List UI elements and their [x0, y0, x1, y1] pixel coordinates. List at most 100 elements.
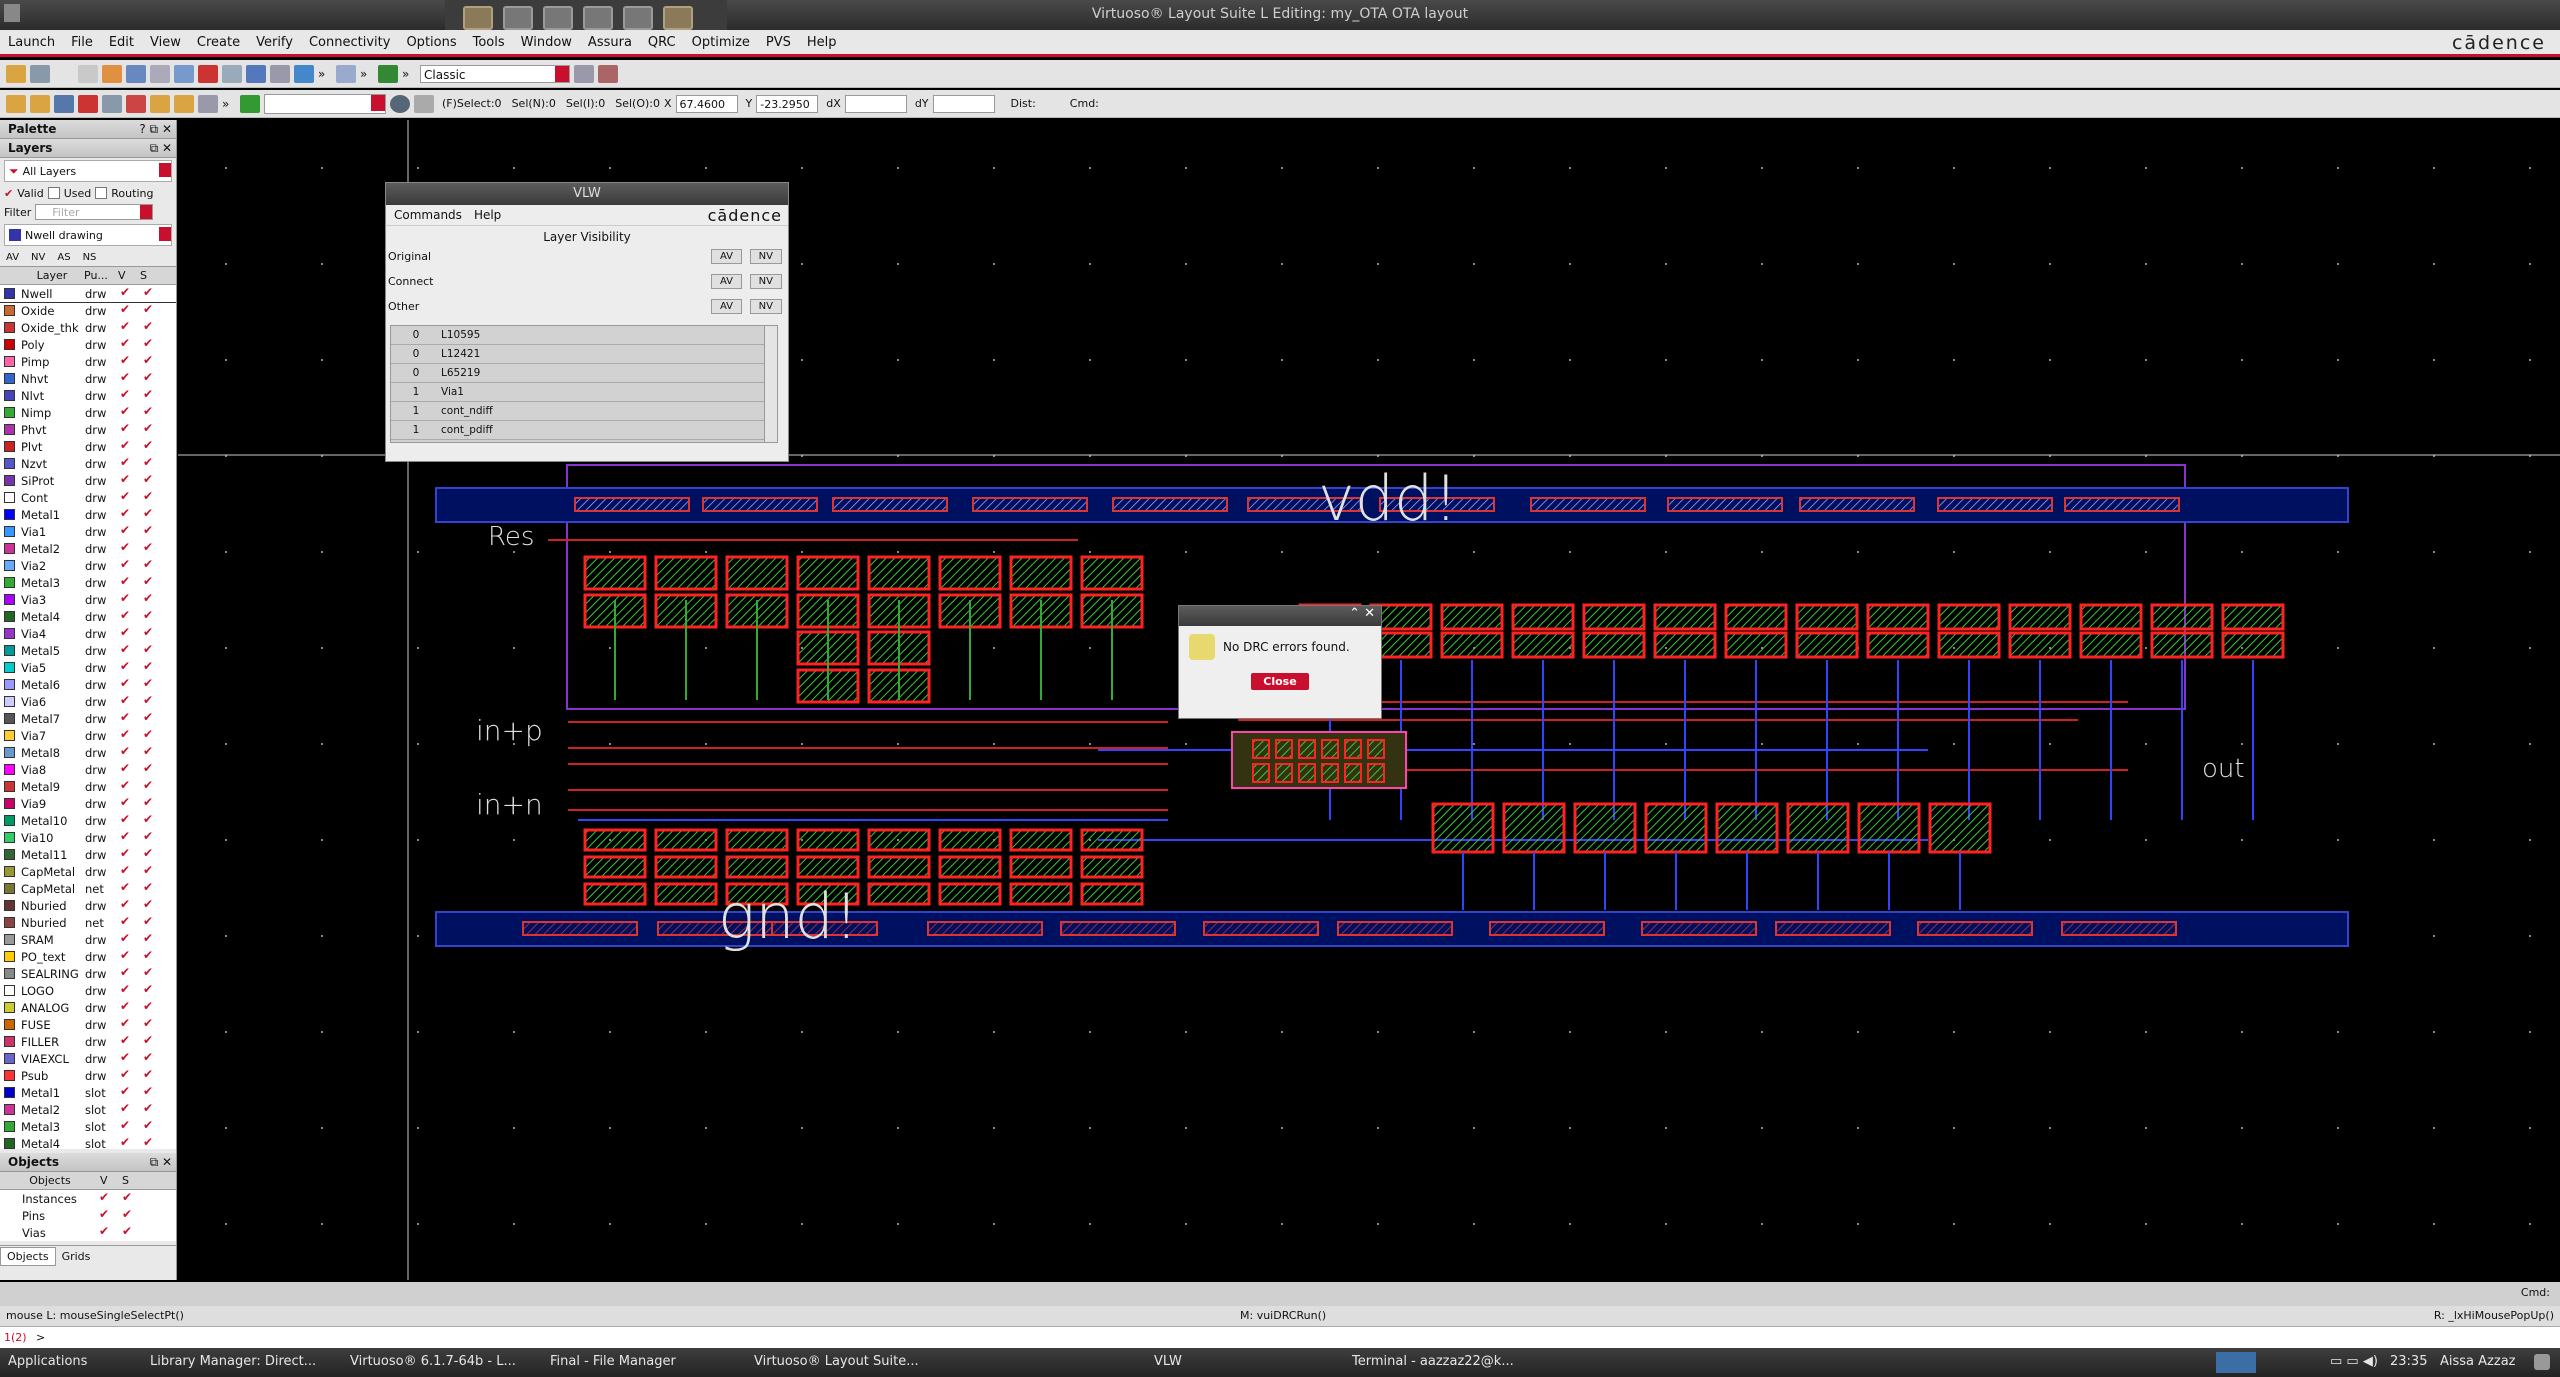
create-rect-icon[interactable]	[6, 94, 26, 113]
network-icon[interactable]	[2216, 1352, 2256, 1373]
visible-checkbox[interactable]	[98, 1207, 111, 1222]
close-icon[interactable]: ⧉ ✕	[150, 1153, 172, 1171]
visible-checkbox[interactable]	[119, 999, 132, 1014]
more-chevron-icon[interactable]: »	[402, 67, 416, 81]
layer-row[interactable]: Metal4 slot	[0, 1135, 176, 1149]
fit-icon[interactable]	[246, 64, 266, 83]
selectable-checkbox[interactable]	[142, 914, 155, 929]
menu-edit[interactable]: Edit	[101, 35, 142, 50]
nv-button[interactable]: NV	[749, 249, 782, 264]
task-virtuoso-ciw[interactable]: Virtuoso® 6.1.7-64b - L...	[350, 1354, 516, 1369]
selectable-checkbox[interactable]	[142, 1033, 155, 1048]
visible-checkbox[interactable]	[119, 693, 132, 708]
visible-checkbox[interactable]	[119, 1084, 132, 1099]
visible-checkbox[interactable]	[119, 795, 132, 810]
selectable-checkbox[interactable]	[142, 744, 155, 759]
selectable-checkbox[interactable]	[142, 931, 155, 946]
connectivity-icon[interactable]	[378, 64, 398, 83]
menu-optimize[interactable]: Optimize	[684, 35, 758, 50]
visible-checkbox[interactable]	[119, 744, 132, 759]
selectable-checkbox[interactable]	[121, 1224, 134, 1239]
workspace-3-icon[interactable]	[583, 6, 613, 30]
properties-icon[interactable]	[222, 64, 242, 83]
layer-row[interactable]: Nwell drw	[0, 285, 176, 303]
nv-button[interactable]: NV	[749, 299, 782, 314]
layer-select[interactable]	[264, 93, 386, 114]
selectable-checkbox[interactable]	[142, 1067, 155, 1082]
visible-checkbox[interactable]	[119, 353, 132, 368]
layer-row[interactable]: Nlvt drw	[0, 387, 176, 404]
selectable-checkbox[interactable]	[142, 948, 155, 963]
selectable-checkbox[interactable]	[142, 778, 155, 793]
visible-checkbox[interactable]	[119, 846, 132, 861]
selectable-checkbox[interactable]	[142, 897, 155, 912]
create-instance-icon[interactable]	[54, 94, 74, 113]
visible-checkbox[interactable]	[119, 778, 132, 793]
selectable-checkbox[interactable]	[142, 812, 155, 827]
layer-row[interactable]: Plvt drw	[0, 438, 176, 455]
vlw-list-row[interactable]: 0 L65219	[391, 364, 777, 383]
menu-file[interactable]: File	[63, 35, 101, 50]
chop-icon[interactable]	[174, 94, 194, 113]
visible-checkbox[interactable]	[119, 982, 132, 997]
menu-create[interactable]: Create	[189, 35, 248, 50]
close-icon[interactable]: ⌃ ✕	[1349, 606, 1375, 621]
menu-assura[interactable]: Assura	[580, 35, 640, 50]
selectable-checkbox[interactable]	[142, 1135, 155, 1150]
selectable-checkbox[interactable]	[121, 1207, 134, 1222]
layer-row[interactable]: Phvt drw	[0, 421, 176, 438]
current-layer-select[interactable]: Nwell drawing	[4, 224, 172, 246]
layer-row[interactable]: ANALOG drw	[0, 999, 176, 1016]
layer-row[interactable]: Pimp drw	[0, 353, 176, 370]
visible-checkbox[interactable]	[119, 1101, 132, 1116]
layer-row[interactable]: Metal4 drw	[0, 608, 176, 625]
layer-set-select[interactable]: ⏷ All Layers	[4, 160, 172, 182]
save-icon[interactable]	[30, 64, 50, 83]
selectable-checkbox[interactable]	[142, 574, 155, 589]
layer-row[interactable]: Metal1 drw	[0, 506, 176, 523]
more-chevron-icon[interactable]: »	[222, 97, 236, 111]
open-icon[interactable]	[6, 64, 26, 83]
layer-row[interactable]: PO_text drw	[0, 948, 176, 965]
selectable-checkbox[interactable]	[142, 336, 155, 351]
layer-row[interactable]: Via3 drw	[0, 591, 176, 608]
selectable-checkbox[interactable]	[142, 1050, 155, 1065]
visible-checkbox[interactable]	[119, 727, 132, 742]
layer-row[interactable]: Metal7 drw	[0, 710, 176, 727]
visible-checkbox[interactable]	[119, 761, 132, 776]
layer-row[interactable]: Psub drw	[0, 1067, 176, 1084]
object-row[interactable]: Instances	[0, 1190, 176, 1207]
y-coordinate-field[interactable]: -23.2950	[756, 94, 819, 113]
menu-help[interactable]: Help	[799, 35, 845, 50]
task-library-manager[interactable]: Library Manager: Direct...	[150, 1354, 316, 1369]
layer-row[interactable]: Via9 drw	[0, 795, 176, 812]
layer-row[interactable]: Via7 drw	[0, 727, 176, 744]
visible-checkbox[interactable]	[119, 438, 132, 453]
layer-row[interactable]: Metal3 drw	[0, 574, 176, 591]
av-button[interactable]: AV	[710, 299, 742, 314]
move-icon[interactable]	[126, 64, 146, 83]
visible-checkbox[interactable]	[119, 1135, 132, 1150]
workspace-4-icon[interactable]	[623, 6, 653, 30]
x-coordinate-field[interactable]: 67.4600	[675, 94, 738, 113]
selectable-checkbox[interactable]	[142, 693, 155, 708]
selectable-checkbox[interactable]	[142, 880, 155, 895]
menu-window[interactable]: Window	[513, 35, 580, 50]
visible-checkbox[interactable]	[119, 1118, 132, 1133]
visible-checkbox[interactable]	[98, 1224, 111, 1239]
layer-row[interactable]: Metal6 drw	[0, 676, 176, 693]
create-via-icon[interactable]	[102, 94, 122, 113]
stretch-icon[interactable]	[174, 64, 194, 83]
folder-icon[interactable]: ▭ ▭ ◀)	[2330, 1354, 2378, 1369]
layer-row[interactable]: Via4 drw	[0, 625, 176, 642]
visible-checkbox[interactable]	[119, 642, 132, 657]
workspace-icon[interactable]	[598, 64, 618, 83]
visible-checkbox[interactable]	[119, 302, 132, 317]
as-button[interactable]: AS	[57, 252, 70, 263]
selectable-checkbox[interactable]	[142, 591, 155, 606]
layer-row[interactable]: Nimp drw	[0, 404, 176, 421]
vlw-list-row[interactable]: 0 L10595	[391, 326, 777, 345]
menu-commands[interactable]: Commands	[394, 208, 462, 222]
create-label-icon[interactable]	[150, 94, 170, 113]
visible-checkbox[interactable]	[119, 574, 132, 589]
